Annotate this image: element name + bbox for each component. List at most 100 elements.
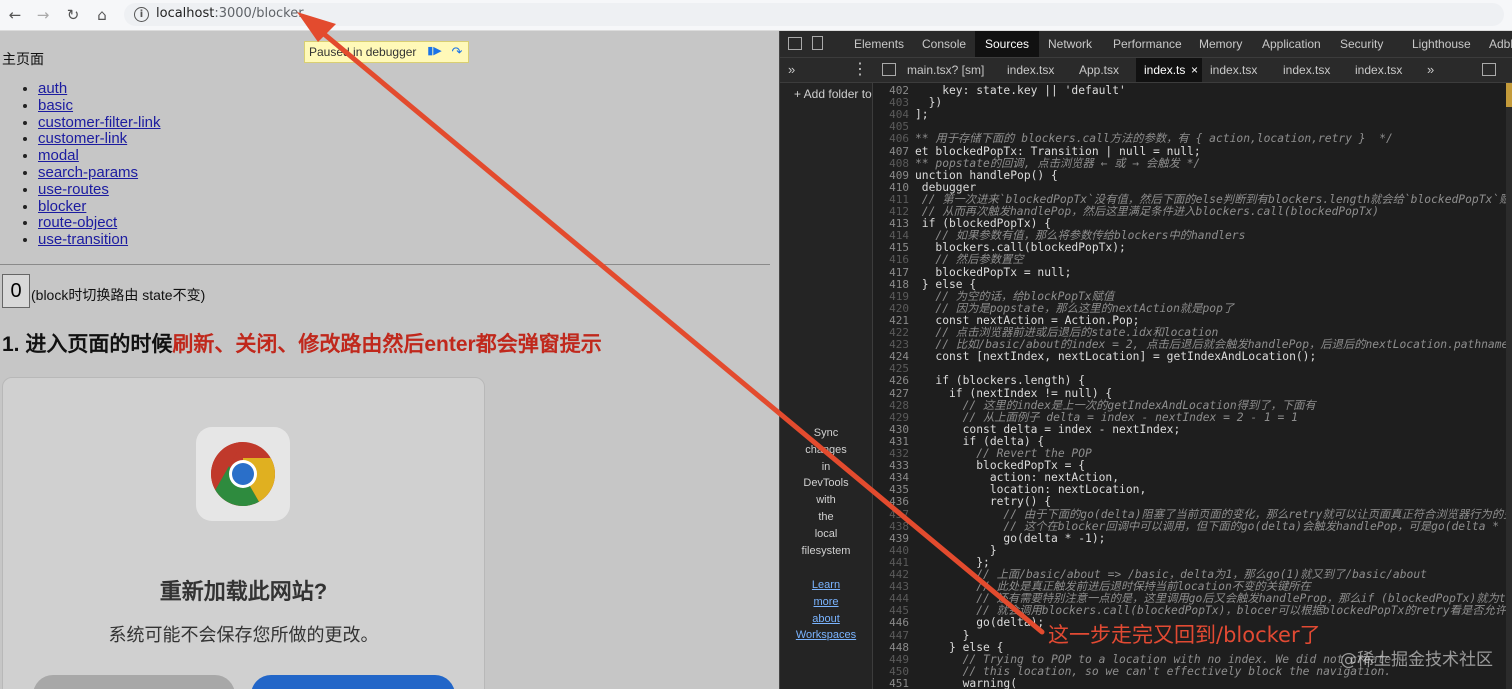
more-tabs-icon[interactable]: »	[1427, 58, 1434, 82]
code-line: // 这个在blocker回调中可以调用，但下面的go(delta)会触发han…	[915, 519, 1512, 533]
step-over-icon[interactable]: ↷	[448, 44, 466, 59]
line-number[interactable]: 418	[873, 278, 909, 291]
home-icon[interactable]: ⌂	[92, 5, 112, 25]
browser-toolbar: ← → ↻ ⌂ i localhost:3000/blocker	[0, 0, 1512, 31]
editor-scrollbar[interactable]	[1506, 83, 1512, 689]
line-number[interactable]: 449	[873, 653, 909, 666]
address-bar[interactable]: i localhost:3000/blocker	[124, 3, 1504, 26]
tab-elements[interactable]: Elements	[854, 31, 904, 57]
line-number[interactable]: 416	[873, 254, 909, 266]
link-use-transition[interactable]: use-transition	[38, 231, 128, 248]
link-customer-link[interactable]: customer-link	[38, 130, 127, 147]
info-icon[interactable]: i	[134, 7, 149, 22]
code-line: et blockedPopTx: Transition | null = nul…	[915, 144, 1201, 158]
file-tab-app-tsx[interactable]: App.tsx	[1079, 58, 1119, 82]
file-tab-main-tsx[interactable]: main.tsx? [sm]	[907, 58, 984, 82]
toggle-navigator-icon[interactable]	[882, 63, 896, 76]
code-line: // Trying to POP to a location with no i…	[915, 652, 1392, 666]
file-navigator-pane: + Add folder to workspace Sync changes i…	[780, 83, 932, 689]
line-number[interactable]: 438	[873, 520, 909, 533]
link-route-object[interactable]: route-object	[38, 214, 117, 231]
tab-security[interactable]: Security	[1340, 31, 1383, 57]
tab-memory[interactable]: Memory	[1199, 31, 1242, 57]
list-item: route-object	[38, 214, 161, 232]
back-icon[interactable]: ←	[5, 5, 25, 25]
line-number[interactable]: 439	[873, 532, 909, 545]
code-line: // 由于下面的go(delta)阻塞了当前页面的变化，那么retry就可以让页…	[915, 507, 1512, 521]
line-number[interactable]: 437	[873, 508, 909, 521]
file-tab-index-tsx[interactable]: index.tsx	[1007, 58, 1054, 82]
link-customer-filter-link[interactable]: customer-filter-link	[38, 114, 161, 131]
chevron-double-right-icon[interactable]: »	[788, 58, 795, 82]
list-item: customer-link	[38, 130, 161, 148]
line-number[interactable]: 447	[873, 629, 909, 642]
paused-label: Paused in debugger	[309, 45, 417, 59]
file-tab-index-tsx-4[interactable]: index.tsx	[1355, 58, 1402, 82]
line-number[interactable]: 417	[873, 266, 909, 279]
learn-workspaces-link[interactable]: Learn more about Workspaces	[788, 577, 864, 644]
link-basic[interactable]: basic	[38, 97, 73, 114]
counter-note: (block时切换路由 state不变)	[31, 287, 206, 303]
line-number[interactable]: 451	[873, 677, 909, 689]
line-number-gutter[interactable]: 402 403 404 405 406 407 408 409 410 411 412 413 414 4…	[873, 83, 911, 689]
file-tab-bar: » ⋮ main.tsx? [sm] index.tsx App.tsx ind…	[780, 58, 1512, 83]
list-item: basic	[38, 97, 161, 115]
link-modal[interactable]: modal	[38, 147, 79, 164]
file-tab-index-tsx-2[interactable]: index.tsx	[1210, 58, 1257, 82]
code-line: go(delta);	[915, 616, 1045, 630]
code-line: key: state.key || 'default'	[915, 84, 1126, 97]
line-number[interactable]: 428	[873, 399, 909, 412]
workspace-sync-text: Sync changes in DevTools with the local …	[801, 427, 851, 557]
link-blocker[interactable]: blocker	[38, 198, 86, 215]
tab-network[interactable]: Network	[1048, 31, 1092, 57]
reload-icon[interactable]: ↻	[63, 5, 83, 25]
reload-button[interactable]	[251, 675, 455, 689]
line-number[interactable]: 407	[873, 145, 909, 158]
code-line: // 然后参数置空	[915, 253, 1024, 267]
forward-icon[interactable]: →	[33, 5, 53, 25]
list-item: modal	[38, 147, 161, 165]
url-text: localhost:3000/blocker	[156, 6, 304, 21]
line-number[interactable]: 427	[873, 387, 909, 400]
line-number[interactable]: 448	[873, 641, 909, 654]
code-line: retry() {	[915, 495, 1052, 509]
resume-icon[interactable]: ▮▶	[426, 44, 443, 59]
link-search-params[interactable]: search-params	[38, 164, 138, 181]
paused-in-debugger-banner: Paused in debugger ▮▶ ↷	[304, 41, 469, 63]
tab-application[interactable]: Application	[1262, 31, 1321, 57]
chrome-logo-icon	[196, 427, 290, 521]
page-title: 主页面	[2, 51, 44, 67]
code-line: go(delta * -1);	[915, 531, 1106, 545]
dialog-subtitle: 系统可能不会保存您所做的更改。	[108, 625, 379, 645]
more-vertical-icon[interactable]: ⋮	[852, 58, 868, 82]
code-line: if (blockers.length) {	[915, 374, 1086, 388]
list-item: use-transition	[38, 231, 161, 249]
watermark-text: @稀土掘金技术社区	[1340, 650, 1493, 670]
devtools-panel: Elements Console Sources Network Perform…	[779, 31, 1512, 689]
tab-console[interactable]: Console	[922, 31, 966, 57]
tab-sources[interactable]: Sources	[975, 31, 1040, 57]
tab-adblock[interactable]: Adbl	[1489, 31, 1512, 57]
cancel-button[interactable]	[33, 675, 235, 689]
inspect-element-icon[interactable]	[788, 37, 802, 50]
toggle-debugger-icon[interactable]	[1482, 63, 1496, 76]
line-number[interactable]: 436	[873, 496, 909, 508]
line-number[interactable]: 426	[873, 375, 909, 387]
line-number[interactable]: 408	[873, 157, 909, 170]
link-use-routes[interactable]: use-routes	[38, 181, 109, 198]
code-editor[interactable]: 402 403 404 405 406 407 408 409 410 411 412 413 414 4…	[873, 83, 1512, 689]
line-number[interactable]: 409	[873, 169, 909, 182]
tab-lighthouse[interactable]: Lighthouse	[1412, 31, 1471, 57]
line-number[interactable]: 446	[873, 617, 909, 629]
counter-button[interactable]: 0	[2, 274, 30, 308]
line-number[interactable]: 429	[873, 411, 909, 424]
close-icon[interactable]: ×	[1191, 58, 1198, 82]
code-line: ];	[915, 108, 929, 122]
tab-performance[interactable]: Performance	[1113, 31, 1182, 57]
link-auth[interactable]: auth	[38, 80, 67, 97]
line-number[interactable]: 406	[873, 133, 909, 145]
file-tab-index-ts[interactable]: index.ts ×	[1136, 58, 1202, 82]
device-toolbar-icon[interactable]	[812, 36, 823, 50]
file-tab-index-tsx-3[interactable]: index.tsx	[1283, 58, 1330, 82]
line-number[interactable]: 419	[873, 290, 909, 303]
